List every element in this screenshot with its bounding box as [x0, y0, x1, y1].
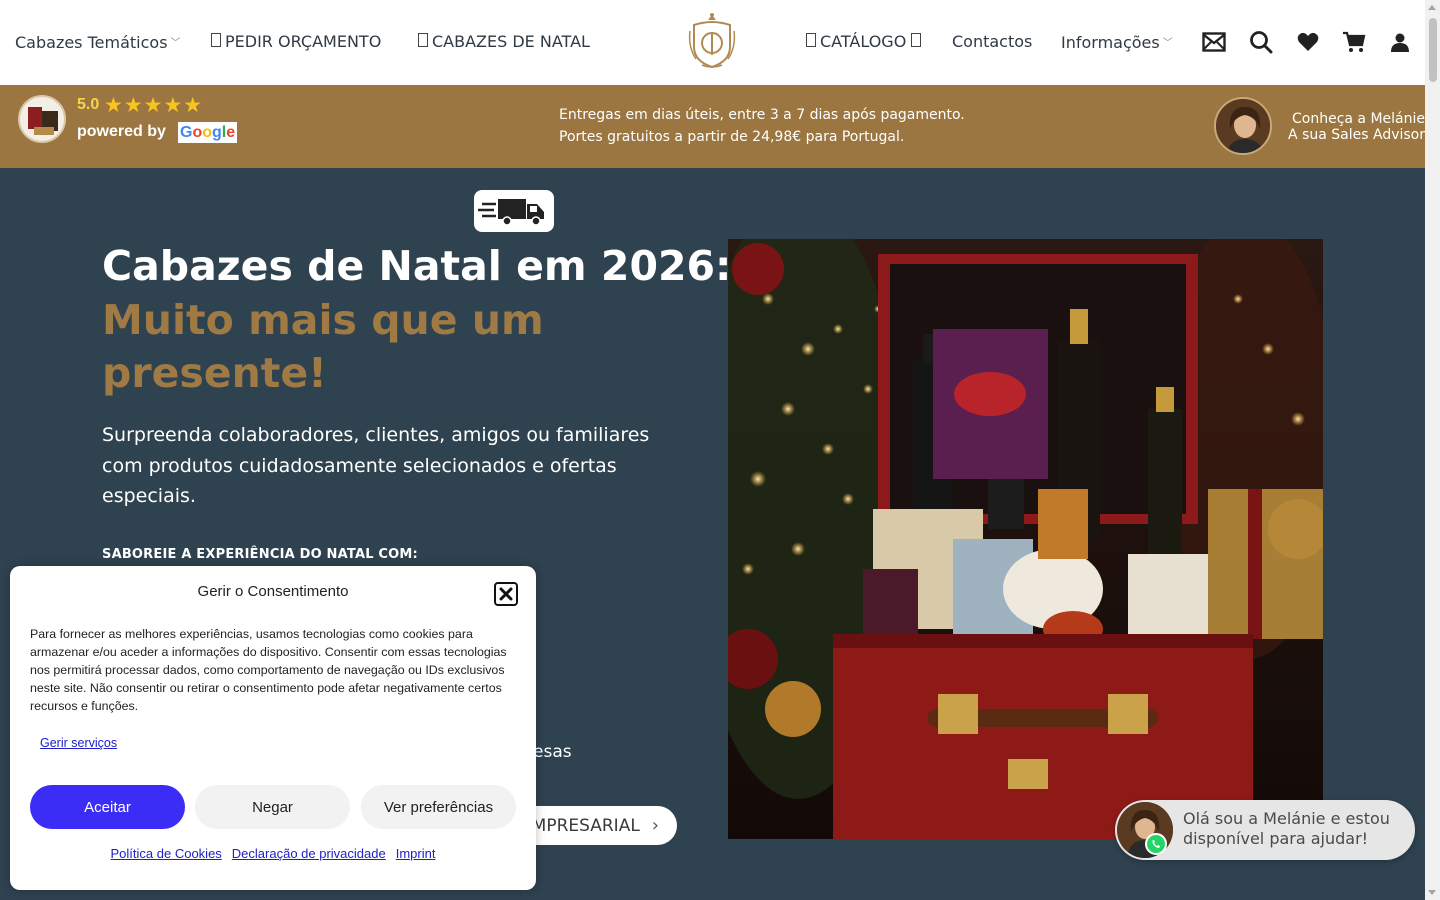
- hero-subheading: SABOREIE A EXPERIÊNCIA DO NATAL COM:: [102, 547, 418, 562]
- delivery-info-line1: Entregas em dias úteis, entre 3 a 7 dias…: [559, 107, 965, 123]
- cart-icon[interactable]: [1340, 28, 1368, 56]
- chevron-right-icon: ›: [651, 815, 659, 836]
- chevron-down-icon: ﹀: [1162, 38, 1173, 49]
- nav-label: CABAZES DE NATAL: [432, 32, 590, 51]
- imprint-link[interactable]: Imprint: [396, 846, 436, 861]
- nav-contactos[interactable]: Contactos: [952, 30, 1032, 54]
- delivery-info-line2: Portes gratuitos a partir de 24,98€ para…: [559, 129, 905, 145]
- unknown-glyph-icon: [418, 30, 428, 54]
- hero-accent-title: Muito mais que um presente!: [102, 296, 544, 397]
- nav-pedir-orcamento[interactable]: PEDIR ORÇAMENTO: [211, 30, 381, 54]
- unknown-glyph-icon: [911, 30, 922, 54]
- vertical-scrollbar[interactable]: [1425, 0, 1440, 900]
- whatsapp-message: Olá sou a Melánie e estou disponível par…: [1183, 809, 1390, 848]
- view-preferences-button[interactable]: Ver preferências: [361, 785, 516, 829]
- deny-button[interactable]: Negar: [195, 785, 350, 829]
- nav-informacoes[interactable]: Informações ﹀: [1061, 30, 1173, 56]
- nav-label: Informações: [1061, 33, 1160, 52]
- nav-label: Cabazes Temáticos: [15, 33, 168, 52]
- scrollbar-thumb[interactable]: [1429, 18, 1437, 82]
- hero-title: Cabazes de Natal em 2026:: [102, 242, 732, 290]
- chevron-down-icon: ﹀: [170, 38, 181, 49]
- unknown-glyph-icon: [806, 30, 816, 54]
- user-icon[interactable]: [1386, 28, 1414, 56]
- cookie-policy-link[interactable]: Política de Cookies: [111, 846, 222, 861]
- manage-services-link[interactable]: Gerir serviços: [40, 736, 117, 750]
- heart-icon[interactable]: [1294, 28, 1322, 56]
- nav-label: Contactos: [952, 32, 1033, 51]
- scroll-up-arrow-icon[interactable]: [1428, 5, 1436, 10]
- rating-stars: ★★★★★: [104, 93, 204, 117]
- nav-label: PEDIR ORÇAMENTO: [225, 32, 382, 51]
- google-logo[interactable]: Google: [178, 122, 238, 143]
- powered-by-label: powered by: [77, 123, 166, 140]
- whatsapp-icon: [1145, 833, 1167, 855]
- nav-catalogo[interactable]: CATÁLOGO: [806, 30, 922, 54]
- cookie-consent-dialog: Gerir o Consentimento Para fornecer as m…: [10, 566, 536, 890]
- hero-list-item-partial: esas: [533, 742, 572, 762]
- unknown-glyph-icon: [211, 30, 221, 54]
- nav-label: CATÁLOGO: [820, 32, 907, 51]
- reviews-badge-image[interactable]: [18, 95, 66, 143]
- scroll-down-arrow-icon[interactable]: [1428, 890, 1436, 895]
- consent-title: Gerir o Consentimento: [197, 583, 349, 600]
- mail-icon[interactable]: [1200, 28, 1228, 56]
- hero-description: Surpreenda colaboradores, clientes, amig…: [102, 424, 650, 507]
- consent-links: Política de Cookies Declaração de privac…: [10, 846, 536, 861]
- search-icon[interactable]: [1247, 28, 1275, 56]
- christmas-hamper-image: [728, 239, 1323, 839]
- accept-button[interactable]: Aceitar: [30, 785, 185, 829]
- top-navigation: Cabazes Temáticos ﹀ PEDIR ORÇAMENTO CABA…: [0, 0, 1425, 85]
- advisor-line2[interactable]: A sua Sales Advisor: [1288, 127, 1425, 143]
- consent-body-text: Para fornecer as melhores experiências, …: [30, 627, 507, 713]
- brand-logo[interactable]: [686, 11, 738, 71]
- nav-cabazes-tematicos[interactable]: Cabazes Temáticos ﹀: [15, 30, 181, 56]
- sales-advisor-avatar[interactable]: [1214, 97, 1272, 155]
- advisor-line1[interactable]: Conheça a Melánie: [1292, 111, 1425, 127]
- privacy-statement-link[interactable]: Declaração de privacidade: [232, 846, 386, 861]
- cta-label: MPRESARIAL: [531, 815, 640, 836]
- rating-value: 5.0: [77, 96, 100, 113]
- nav-cabazes-de-natal[interactable]: CABAZES DE NATAL: [418, 30, 590, 54]
- close-icon[interactable]: [494, 582, 518, 606]
- delivery-truck-icon: [474, 190, 554, 232]
